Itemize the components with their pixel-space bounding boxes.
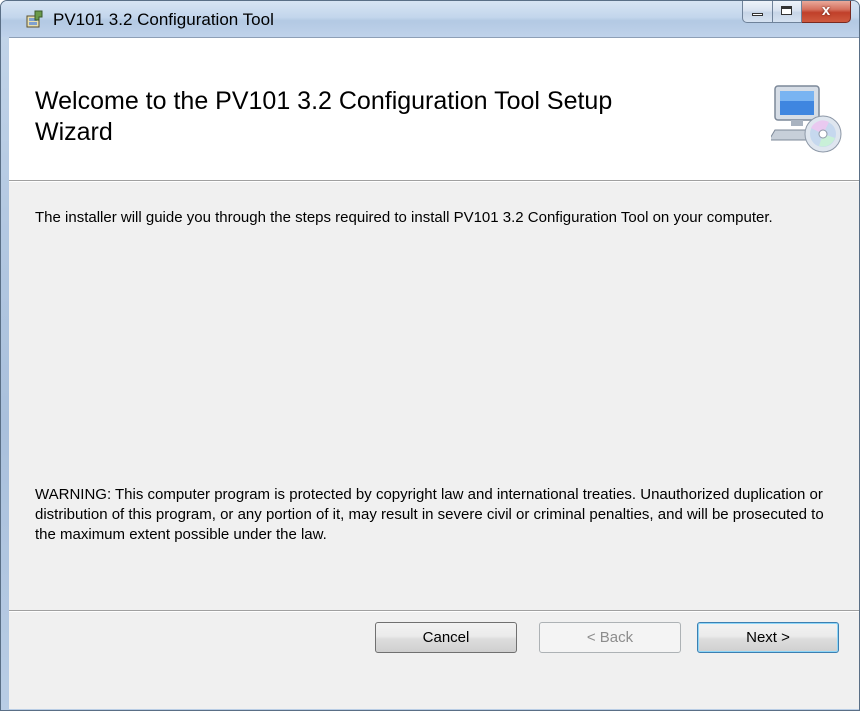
- copyright-warning: WARNING: This computer program is protec…: [35, 486, 824, 543]
- close-icon: x: [821, 2, 831, 19]
- banner-divider-highlight: [9, 181, 859, 182]
- back-button-label: < Back: [586, 629, 634, 646]
- wizard-banner: Welcome to the PV101 3.2 Configuration T…: [9, 38, 859, 181]
- page-title: Welcome to the PV101 3.2 Configuration T…: [35, 87, 613, 146]
- description-text: The installer will guide you through the…: [35, 209, 773, 226]
- close-button[interactable]: x: [802, 1, 851, 23]
- back-button[interactable]: < Back: [539, 622, 681, 653]
- footer-divider-highlight: [9, 611, 859, 612]
- cancel-button-label: Cancel: [422, 628, 470, 646]
- window-title: PV101 3.2 Configuration Tool: [53, 10, 274, 29]
- caption-buttons: x: [742, 1, 851, 23]
- installer-window: PV101 3.2 Configuration Tool x Welcome t…: [0, 0, 860, 711]
- next-button-label: Next >: [746, 629, 790, 646]
- maximize-button[interactable]: [773, 1, 802, 23]
- cancel-button[interactable]: Cancel: [375, 622, 517, 653]
- next-button[interactable]: Next >: [697, 622, 839, 653]
- minimize-button[interactable]: [742, 1, 773, 23]
- minimize-icon: [752, 13, 763, 16]
- installer-app-icon: [26, 10, 43, 28]
- wizard-body: Welcome to the PV101 3.2 Configuration T…: [9, 37, 859, 709]
- maximize-icon: [781, 6, 792, 15]
- computer-cd-icon: [771, 85, 842, 153]
- title-bar[interactable]: PV101 3.2 Configuration Tool x: [1, 1, 859, 37]
